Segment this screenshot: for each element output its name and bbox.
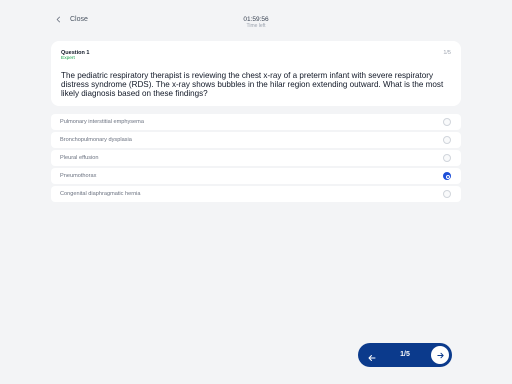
radio-button[interactable] [443,154,451,162]
answer-option-label: Pulmonary interstitial emphysema [60,119,144,125]
question-text: The pediatric respiratory therapist is r… [61,71,444,99]
radio-button[interactable] [443,136,451,144]
chevron-left-icon [56,16,60,23]
question-counter: 1/5 [443,50,451,56]
top-bar: Close 01:59:56 Time left [0,14,512,34]
timer-label: Time left [246,23,266,29]
question-navigator: 1/5 [358,343,452,367]
radio-button-selected[interactable] [443,172,451,180]
question-header: Question 1 Expert 1/5 [61,50,451,64]
answer-option[interactable]: Pneumothorax [51,168,461,184]
question-card: Question 1 Expert 1/5 The pediatric resp… [51,41,461,106]
answer-option-label: Pleural effusion [60,155,99,161]
timer: 01:59:56 Time left [226,16,286,29]
previous-button[interactable] [367,350,377,361]
next-button[interactable] [431,346,449,364]
close-label: Close [70,16,88,23]
timer-value: 01:59:56 [243,16,269,23]
answer-option[interactable]: Pleural effusion [51,150,461,166]
answer-option-label: Bronchopulmonary dysplasia [60,137,132,143]
radio-button[interactable] [443,118,451,126]
progress-indicator: 1/5 [400,351,410,358]
arrow-right-icon [436,352,444,358]
answer-option[interactable]: Congenital diaphragmatic hernia [51,186,461,202]
arrow-left-icon [368,355,376,361]
answer-option[interactable]: Bronchopulmonary dysplasia [51,132,461,148]
difficulty-badge: Expert [61,56,75,61]
answer-option-label: Pneumothorax [60,173,97,179]
answer-options: Pulmonary interstitial emphysema Broncho… [51,114,461,204]
answer-option[interactable]: Pulmonary interstitial emphysema [51,114,461,130]
close-button[interactable]: Close [55,16,88,23]
radio-button[interactable] [443,190,451,198]
answer-option-label: Congenital diaphragmatic hernia [60,191,141,197]
